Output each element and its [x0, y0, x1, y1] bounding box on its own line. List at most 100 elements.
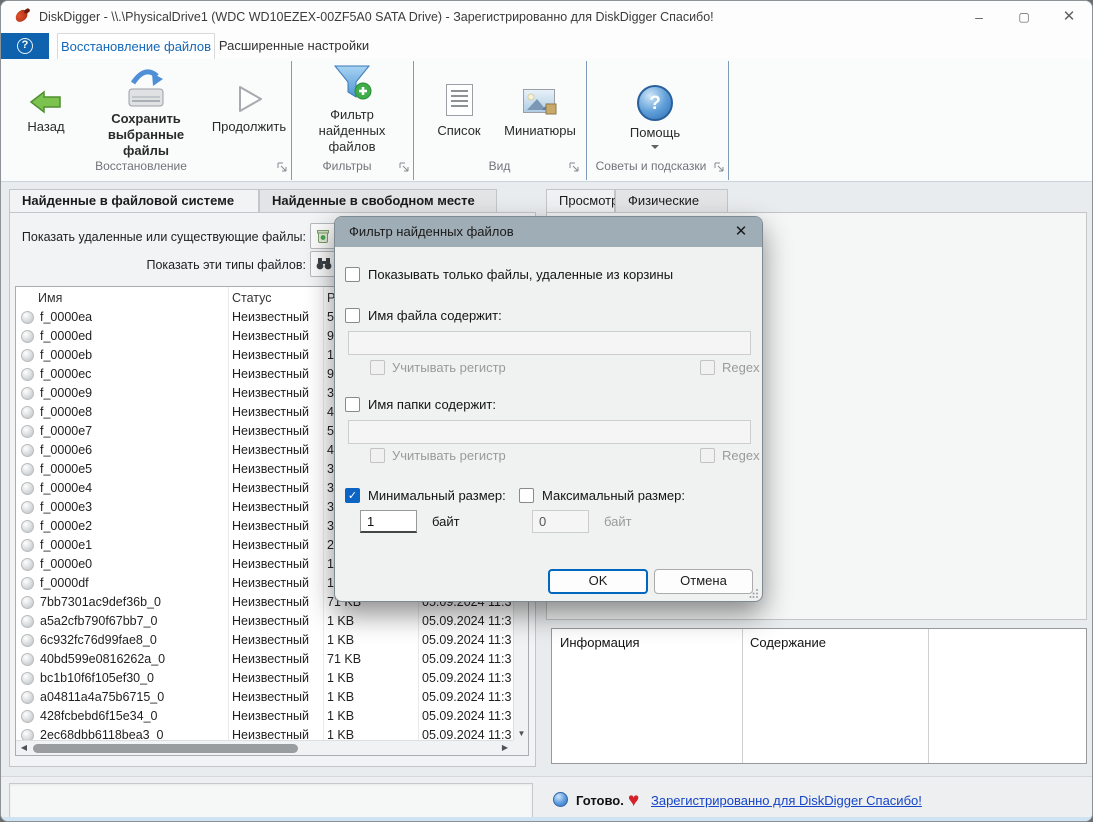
file-status: Неизвестный [232, 498, 324, 517]
column-header-name[interactable]: Имя [38, 289, 62, 308]
maximize-button[interactable]: ▢ [1002, 2, 1046, 32]
foldername-regex-checkbox [700, 448, 715, 463]
status-text: Готово. [576, 783, 624, 819]
foldername-contains-checkbox[interactable] [345, 397, 360, 412]
minimize-button[interactable]: – [957, 2, 1001, 32]
horizontal-scrollbar[interactable]: ◀ ▶ [16, 740, 513, 755]
file-icon [21, 425, 34, 438]
file-status: Неизвестный [232, 460, 324, 479]
dialog-close-icon[interactable]: ✕ [720, 217, 762, 247]
registered-link[interactable]: Зарегистрированно для DiskDigger Спасибо… [651, 783, 922, 819]
info-column-header[interactable]: Информация [560, 635, 640, 650]
filename-regex-label: Regex [722, 359, 760, 377]
max-size-checkbox[interactable] [519, 488, 534, 503]
list-item[interactable]: 6c932fc76d99fae8_0Неизвестный1 KB05.09.2… [16, 631, 513, 650]
max-size-input[interactable] [532, 510, 589, 533]
file-name: f_0000e7 [40, 422, 225, 441]
ok-button[interactable]: OK [548, 569, 648, 594]
scroll-right-icon[interactable]: ▶ [498, 743, 512, 752]
heart-icon: ♥ [628, 783, 639, 819]
recovery-dialog-launcher-icon[interactable] [277, 162, 288, 173]
file-icon [21, 501, 34, 514]
file-name: f_0000e6 [40, 441, 225, 460]
titlebar: DiskDigger - \\.\PhysicalDrive1 (WDC WD1… [1, 1, 1093, 33]
file-name: f_0000e3 [40, 498, 225, 517]
scrollbar-corner [513, 740, 528, 755]
file-icon [21, 577, 34, 590]
status-dot-icon [553, 792, 568, 807]
app-icon [13, 9, 31, 25]
file-icon [21, 653, 34, 666]
file-date: 05.09.2024 11:3 [422, 688, 513, 707]
close-button[interactable]: ✕ [1047, 2, 1091, 32]
file-status: Неизвестный [232, 403, 324, 422]
help-menu-button[interactable]: ? [1, 33, 49, 59]
group-separator [728, 61, 729, 180]
group-separator [291, 61, 292, 180]
min-bytes-label: байт [432, 513, 460, 531]
list-item[interactable]: bc1b10f6f105ef30_0Неизвестный1 KB05.09.2… [16, 669, 513, 688]
file-status: Неизвестный [232, 479, 324, 498]
min-size-checkbox[interactable]: ✓ [345, 488, 360, 503]
filename-contains-checkbox[interactable] [345, 308, 360, 323]
file-name: f_0000ea [40, 308, 225, 327]
binoculars-icon [316, 257, 332, 271]
file-date: 05.09.2024 11:3 [422, 631, 513, 650]
file-icon [21, 634, 34, 647]
file-size: 1 KB [327, 669, 415, 688]
file-name: bc1b10f6f105ef30_0 [40, 669, 225, 688]
progress-field [9, 783, 533, 819]
file-icon [21, 691, 34, 704]
tips-dialog-launcher-icon[interactable] [714, 162, 725, 173]
filename-input[interactable] [348, 331, 751, 355]
file-status: Неизвестный [232, 707, 324, 726]
file-status: Неизвестный [232, 308, 324, 327]
help-question-icon: ? [637, 85, 673, 121]
tab-found-in-freespace[interactable]: Найденные в свободном месте (671) [259, 189, 497, 212]
max-bytes-label: байт [604, 513, 632, 531]
tab-physical-bytes[interactable]: Физические байты [615, 189, 728, 212]
diskdigger-window: DiskDigger - \\.\PhysicalDrive1 (WDC WD1… [0, 0, 1093, 822]
list-item[interactable]: 2ec68dbb6118bea3_0Неизвестный1 KB05.09.2… [16, 726, 513, 740]
file-size: 1 KB [327, 726, 415, 740]
view-dialog-launcher-icon[interactable] [569, 162, 580, 173]
file-status: Неизвестный [232, 631, 324, 650]
group-label-filters: Фильтры [297, 159, 397, 177]
filename-contains-label: Имя файла содержит: [368, 307, 502, 325]
list-item[interactable]: a04811a4a75b6715_0Неизвестный1 KB05.09.2… [16, 688, 513, 707]
file-name: 428fcbebd6f15e34_0 [40, 707, 225, 726]
file-name: 7bb7301ac9def36b_0 [40, 593, 225, 612]
min-size-input[interactable] [360, 510, 417, 533]
filters-dialog-launcher-icon[interactable] [399, 162, 410, 173]
column-header-status[interactable]: Статус [232, 289, 272, 308]
horizontal-scroll-thumb[interactable] [33, 744, 298, 753]
list-view-label: Список [425, 123, 493, 139]
resize-grip-icon[interactable] [749, 588, 759, 598]
foldername-case-label: Учитывать регистр [392, 447, 506, 465]
file-size: 1 KB [327, 707, 415, 726]
tab-file-recovery[interactable]: Восстановление файлов [57, 33, 215, 59]
foldername-case-checkbox [370, 448, 385, 463]
file-status: Неизвестный [232, 441, 324, 460]
file-icon [21, 729, 34, 740]
scroll-left-icon[interactable]: ◀ [17, 743, 31, 752]
max-size-label: Максимальный размер: [542, 487, 685, 505]
content-column-header[interactable]: Содержание [750, 635, 826, 650]
show-deleted-label: Показать удаленные или существующие файл… [16, 224, 306, 250]
list-item[interactable]: 428fcbebd6f15e34_0Неизвестный1 KB05.09.2… [16, 707, 513, 726]
file-status: Неизвестный [232, 574, 324, 593]
file-status: Неизвестный [232, 593, 324, 612]
cancel-button[interactable]: Отмена [654, 569, 753, 594]
list-item[interactable]: a5a2cfb790f67bb7_0Неизвестный1 KB05.09.2… [16, 612, 513, 631]
tab-advanced-settings[interactable]: Расширенные настройки [215, 33, 373, 59]
tab-found-in-filesystem[interactable]: Найденные в файловой системе (87400) [9, 189, 259, 212]
file-date: 05.09.2024 11:3 [422, 669, 513, 688]
dialog-title: Фильтр найденных файлов [349, 217, 514, 247]
scroll-down-icon[interactable]: ▼ [514, 729, 529, 738]
file-icon [21, 349, 34, 362]
list-item[interactable]: 40bd599e0816262a_0Неизвестный71 KB05.09.… [16, 650, 513, 669]
recycle-only-checkbox[interactable] [345, 267, 360, 282]
group-label-recovery: Восстановление [11, 159, 271, 177]
tab-preview[interactable]: Просмотр [546, 189, 615, 212]
foldername-input[interactable] [348, 420, 751, 444]
